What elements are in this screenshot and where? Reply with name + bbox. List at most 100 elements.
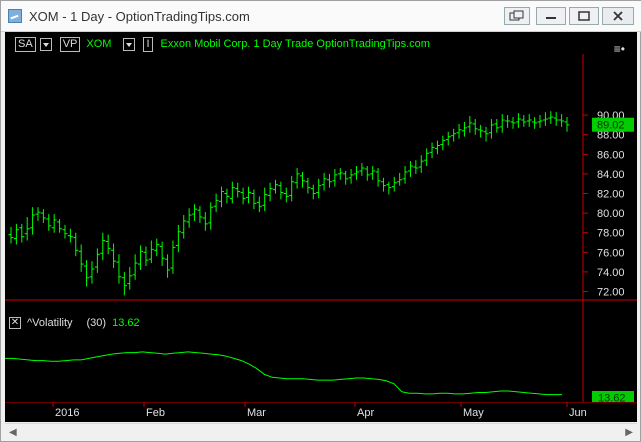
price-bar [310,184,316,200]
price-bar [19,223,25,243]
price-bar [553,112,559,126]
close-indicator-icon[interactable]: ✕ [9,317,21,329]
price-bar [445,131,451,146]
price-bar [397,172,403,186]
scroll-right-icon[interactable]: ▶ [625,427,633,438]
price-bar [440,135,446,151]
price-bar [13,223,19,245]
price-bar [326,173,332,188]
price-bar [256,196,262,213]
price-bar [224,188,230,204]
price-bar [332,169,338,187]
price-bar [467,116,473,133]
y-tick-label: 76.00 [597,247,625,259]
chart-app-icon [8,9,22,23]
volatility-badge-label: 13.62 [598,393,626,403]
price-bar [111,243,117,268]
x-tick-label: Feb [146,407,165,419]
price-bar [154,238,160,257]
price-bar [51,214,57,233]
horizontal-scrollbar[interactable]: ◀ ▶ [5,423,637,441]
price-bar [537,115,543,128]
price-bar [262,187,268,212]
minimize-icon [546,17,556,19]
price-bar [35,207,41,221]
price-bar [246,186,252,204]
price-bar [192,204,198,221]
price-bar [289,175,295,202]
price-bar [548,111,554,124]
price-chart-panel[interactable]: SA VP XOM I Exxon Mobil Corp. 1 Day Trad… [5,32,637,402]
price-bar [483,126,489,142]
price-bar [429,142,435,159]
price-bar [418,155,424,173]
price-bar [105,234,111,255]
x-tick-label: Apr [357,407,374,419]
price-bar [78,244,84,272]
x-tick-label: 2016 [55,407,79,419]
price-bar [24,217,30,241]
price-bar [510,117,516,129]
price-bar [532,117,538,129]
indicator-period: (30) [86,317,107,329]
price-bar [235,182,241,198]
price-bar [89,261,95,284]
price-bar [353,166,359,180]
price-bar [8,226,14,244]
price-bar [229,181,235,204]
price-bar [380,177,386,192]
price-bar [564,117,570,132]
last-price-label: 89.02 [597,120,625,132]
price-bar [197,206,203,223]
volatility-line [5,351,562,396]
minimize-button[interactable] [536,7,566,25]
link-window-icon [509,10,524,21]
price-bar [434,140,440,155]
title-bar[interactable]: XOM - 1 Day - OptionTradingTips.com [1,1,641,32]
link-window-button[interactable] [504,7,530,25]
price-bar [267,182,273,202]
price-bar [116,254,122,284]
price-bar [202,212,208,231]
price-bar [337,168,343,180]
price-bar [456,123,462,139]
price-bar [515,113,521,128]
price-bar [499,114,505,133]
price-bar [46,214,52,231]
price-bar [57,218,63,233]
price-bar [461,121,467,137]
price-bar [148,240,154,264]
x-tick-label: May [463,407,484,419]
price-bar [472,119,478,135]
price-bar [413,160,419,174]
price-bar [213,193,219,213]
price-bar [181,215,187,239]
price-bar [170,240,176,274]
y-tick-label: 82.00 [597,189,625,201]
price-bar [370,166,376,180]
scroll-left-icon[interactable]: ◀ [9,427,17,438]
price-bar [321,172,327,191]
close-button[interactable] [602,7,634,25]
price-bar [521,115,527,127]
price-bar [186,208,192,228]
price-bar [273,179,279,194]
price-bar [299,171,305,188]
price-chart-svg: 72.00 74.00 76.00 78.00 80.00 82.00 84.00 86.00… [5,54,637,403]
maximize-icon [578,11,590,21]
price-bar [494,119,500,133]
maximize-button[interactable] [569,7,599,25]
price-bar [348,169,354,184]
price-bar [294,168,300,189]
price-bar [251,189,257,210]
price-bar [84,260,90,287]
price-bar [402,166,408,184]
price-bar [359,163,365,176]
y-tick-label: 84.00 [597,169,625,181]
price-bar [488,119,494,139]
price-bar [278,181,284,200]
price-bar [386,181,392,195]
price-bar [62,224,68,239]
price-bar [138,245,144,270]
price-bar [175,224,181,253]
